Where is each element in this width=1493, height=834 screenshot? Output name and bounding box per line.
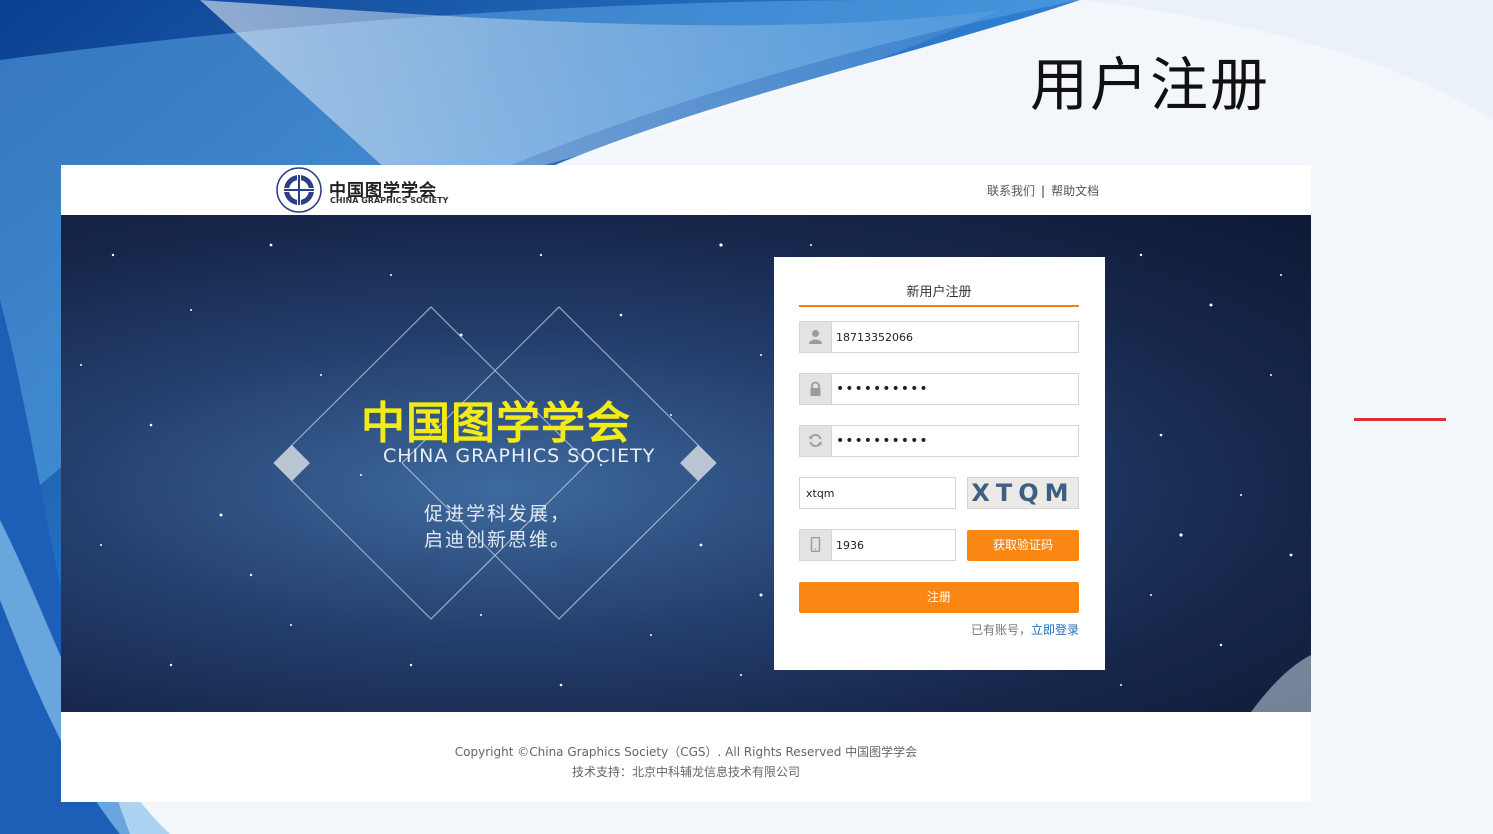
tech-support-text: 技术支持：北京中科辅龙信息技术有限公司 — [571, 765, 800, 779]
decorative-red-rule — [1354, 418, 1446, 421]
site-header: 中国图学学会 CHINA GRAPHICS SOCIETY 联系我们 | 帮助文档 — [61, 165, 1311, 215]
refresh-icon — [800, 426, 832, 456]
user-icon — [800, 322, 832, 352]
starfield-diamond-art — [80, 243, 1311, 712]
contact-us-link[interactable]: 联系我们 — [987, 184, 1035, 198]
sms-code-input[interactable] — [836, 530, 956, 560]
login-hint-text: 已有账号， — [970, 623, 1031, 637]
hero-title-chinese: 中国图学学会 — [361, 398, 631, 449]
copyright-text: Copyright ©China Graphics Society（CGS）. … — [454, 745, 918, 759]
password-field — [799, 373, 1079, 405]
username-field — [799, 321, 1079, 353]
captcha-image[interactable]: XTQM — [967, 477, 1079, 509]
form-title-underline — [799, 305, 1079, 307]
registration-card: 新用户注册 18713352066 •••••••••• •••••••••• … — [774, 257, 1105, 670]
username-input[interactable] — [836, 322, 1066, 352]
lock-icon — [800, 374, 832, 404]
slogan-line-2: 启迪创新思维。 — [424, 529, 572, 551]
help-docs-link[interactable]: 帮助文档 — [1051, 184, 1099, 198]
slogan-line-1: 促进学科发展， — [424, 503, 572, 525]
header-links: 联系我们 | 帮助文档 — [987, 182, 1099, 199]
confirm-password-field — [799, 425, 1079, 457]
confirm-password-input[interactable] — [836, 426, 1066, 456]
form-title: 新用户注册 — [906, 285, 972, 300]
hero-banner: 中国图学学会 CHINA GRAPHICS SOCIETY 促进学科发展， 启迪… — [61, 215, 1311, 712]
site-footer: Copyright ©China Graphics Society（CGS）. … — [61, 712, 1311, 802]
link-separator: | — [1041, 184, 1046, 198]
login-link[interactable]: 立即登录 — [1031, 623, 1079, 637]
register-button[interactable]: 注册 — [799, 582, 1079, 613]
registration-page-screenshot: 中国图学学会 CHINA GRAPHICS SOCIETY 联系我们 | 帮助文档 — [61, 165, 1311, 802]
captcha-input[interactable] — [806, 478, 926, 508]
logo-english-name: CHINA GRAPHICS SOCIETY — [330, 196, 449, 205]
slide-title: 用户注册 — [1030, 51, 1271, 119]
phone-icon — [800, 530, 832, 560]
captcha-field — [799, 477, 956, 509]
hero-title-english: CHINA GRAPHICS SOCIETY — [383, 445, 656, 467]
cgs-logo-icon[interactable] — [276, 167, 322, 213]
password-input[interactable] — [836, 374, 1066, 404]
login-hint: 已有账号，立即登录 — [799, 621, 1079, 638]
hero-slogan: 促进学科发展， 启迪创新思维。 — [424, 501, 571, 553]
sms-code-field — [799, 529, 956, 561]
get-code-button[interactable]: 获取验证码 — [967, 530, 1079, 561]
